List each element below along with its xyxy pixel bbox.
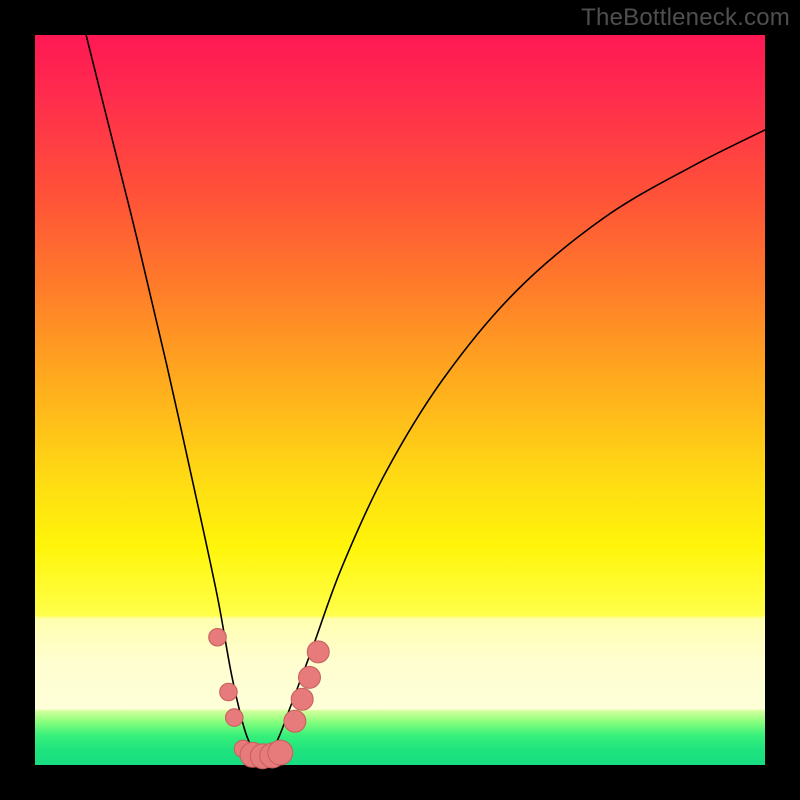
curve-layer bbox=[35, 35, 765, 765]
curve-marker bbox=[291, 688, 313, 710]
curve-marker bbox=[268, 740, 293, 765]
curve-marker bbox=[307, 641, 329, 663]
curve-marker bbox=[299, 666, 321, 688]
chart-frame: TheBottleneck.com bbox=[0, 0, 800, 800]
curve-marker bbox=[209, 628, 227, 646]
curve-marker bbox=[220, 683, 238, 701]
bottleneck-curve bbox=[86, 35, 765, 758]
curve-marker bbox=[284, 710, 306, 732]
plot-area bbox=[35, 35, 765, 765]
watermark-text: TheBottleneck.com bbox=[581, 4, 790, 32]
curve-marker bbox=[226, 709, 244, 727]
